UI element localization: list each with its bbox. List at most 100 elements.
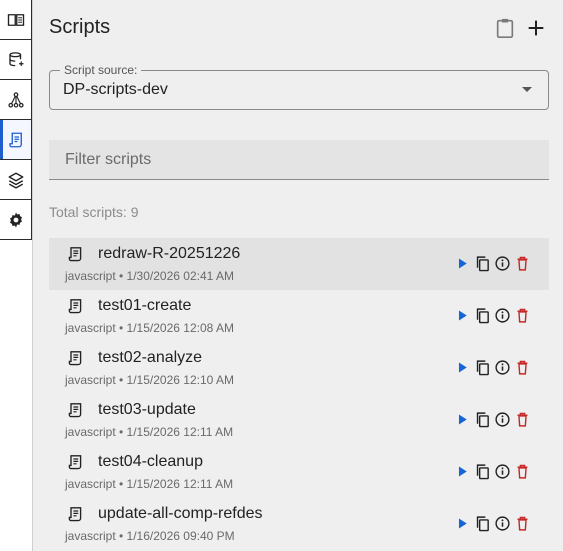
copy-button[interactable] (474, 411, 491, 428)
script-meta: javascript • 1/30/2026 02:41 AM (65, 269, 234, 283)
book-icon (7, 13, 24, 26)
run-button[interactable] (454, 515, 471, 532)
info-button[interactable] (494, 411, 511, 428)
info-button[interactable] (494, 307, 511, 324)
info-icon (495, 360, 510, 375)
list-item[interactable]: test04-cleanup javascript • 1/15/2026 12… (49, 446, 549, 498)
run-button[interactable] (454, 359, 471, 376)
info-icon (495, 516, 510, 531)
script-meta: javascript • 1/15/2026 12:08 AM (65, 321, 234, 335)
delete-button[interactable] (514, 463, 531, 480)
script-name: test01-create (98, 297, 192, 314)
info-button[interactable] (494, 359, 511, 376)
list-item[interactable]: test03-update javascript • 1/15/2026 12:… (49, 394, 549, 446)
rail-item-layers[interactable] (0, 160, 32, 200)
clipboard-button[interactable] (492, 14, 518, 42)
delete-button[interactable] (514, 307, 531, 324)
copy-button[interactable] (474, 307, 491, 324)
run-button[interactable] (454, 255, 471, 272)
script-actions (454, 515, 531, 532)
run-button[interactable] (454, 307, 471, 324)
copy-icon (476, 256, 489, 272)
info-button[interactable] (494, 463, 511, 480)
script-meta: javascript • 1/15/2026 12:11 AM (65, 477, 234, 491)
play-icon (458, 466, 467, 477)
add-script-button[interactable] (523, 14, 549, 42)
info-icon (495, 308, 510, 323)
script-source-label: Script source: (60, 63, 142, 77)
trash-icon (517, 308, 528, 323)
plus-icon (528, 20, 544, 36)
filter-field[interactable] (49, 140, 549, 180)
play-icon (458, 258, 467, 269)
list-item[interactable]: test01-create javascript • 1/15/2026 12:… (49, 290, 549, 342)
chevron-down-icon (522, 87, 532, 92)
script-name: test02-analyze (98, 349, 203, 366)
copy-icon (476, 360, 489, 376)
script-actions (454, 255, 531, 272)
total-scripts: Total scripts: 9 (49, 204, 138, 220)
script-icon (8, 132, 22, 147)
info-icon (495, 256, 510, 271)
copy-button[interactable] (474, 359, 491, 376)
run-button[interactable] (454, 463, 471, 480)
rail-item-scripts[interactable] (0, 120, 32, 160)
trash-icon (517, 516, 528, 531)
database-icon (8, 51, 23, 66)
trash-icon (517, 360, 528, 375)
copy-button[interactable] (474, 255, 491, 272)
script-name: update-all-comp-refdes (98, 505, 263, 522)
delete-button[interactable] (514, 255, 531, 272)
script-actions (454, 359, 531, 376)
delete-button[interactable] (514, 515, 531, 532)
trash-icon (517, 412, 528, 427)
total-scripts-label: Total scripts: 9 (49, 204, 139, 220)
delete-button[interactable] (514, 359, 531, 376)
copy-icon (476, 308, 489, 324)
script-actions (454, 463, 531, 480)
script-icon (68, 403, 82, 418)
info-button[interactable] (494, 255, 511, 272)
side-rail (0, 0, 33, 551)
play-icon (458, 518, 467, 529)
copy-button[interactable] (474, 515, 491, 532)
list-item[interactable]: redraw-R-20251226 javascript • 1/30/2026… (49, 238, 549, 290)
rail-item-docs[interactable] (0, 0, 32, 40)
rail-item-settings[interactable] (0, 200, 32, 240)
info-icon (495, 412, 510, 427)
copy-button[interactable] (474, 463, 491, 480)
script-icon (68, 299, 82, 314)
list-item[interactable]: test02-analyze javascript • 1/15/2026 12… (49, 342, 549, 394)
script-icon (68, 455, 82, 470)
rail-item-data[interactable] (0, 40, 32, 80)
script-meta: javascript • 1/16/2026 09:40 PM (65, 529, 235, 543)
filter-input[interactable] (49, 140, 549, 179)
layers-icon (8, 172, 23, 189)
copy-icon (476, 516, 489, 532)
play-icon (458, 310, 467, 321)
script-meta: javascript • 1/15/2026 12:11 AM (65, 425, 234, 439)
hierarchy-icon (7, 91, 24, 108)
list-item[interactable]: update-all-comp-refdes javascript • 1/16… (49, 498, 549, 550)
info-button[interactable] (494, 515, 511, 532)
script-name: redraw-R-20251226 (98, 245, 241, 262)
script-icon (68, 507, 82, 522)
run-button[interactable] (454, 411, 471, 428)
rail-item-hierarchy[interactable] (0, 80, 32, 120)
clipboard-icon (496, 18, 514, 38)
scripts-list: redraw-R-20251226 javascript • 1/30/2026… (49, 238, 549, 550)
trash-icon (517, 256, 528, 271)
delete-button[interactable] (514, 411, 531, 428)
script-source-value: DP-scripts-dev (63, 81, 168, 98)
script-source-select[interactable]: Script source: DP-scripts-dev (49, 63, 549, 110)
script-actions (454, 307, 531, 324)
script-meta: javascript • 1/15/2026 12:10 AM (65, 373, 234, 387)
trash-icon (517, 464, 528, 479)
scripts-panel: Scripts Script source: DP-scripts-dev To… (33, 0, 563, 551)
script-actions (454, 411, 531, 428)
play-icon (458, 362, 467, 373)
script-name: test03-update (98, 401, 196, 418)
page-title: Scripts (49, 16, 111, 38)
play-icon (458, 414, 467, 425)
copy-icon (476, 412, 489, 428)
